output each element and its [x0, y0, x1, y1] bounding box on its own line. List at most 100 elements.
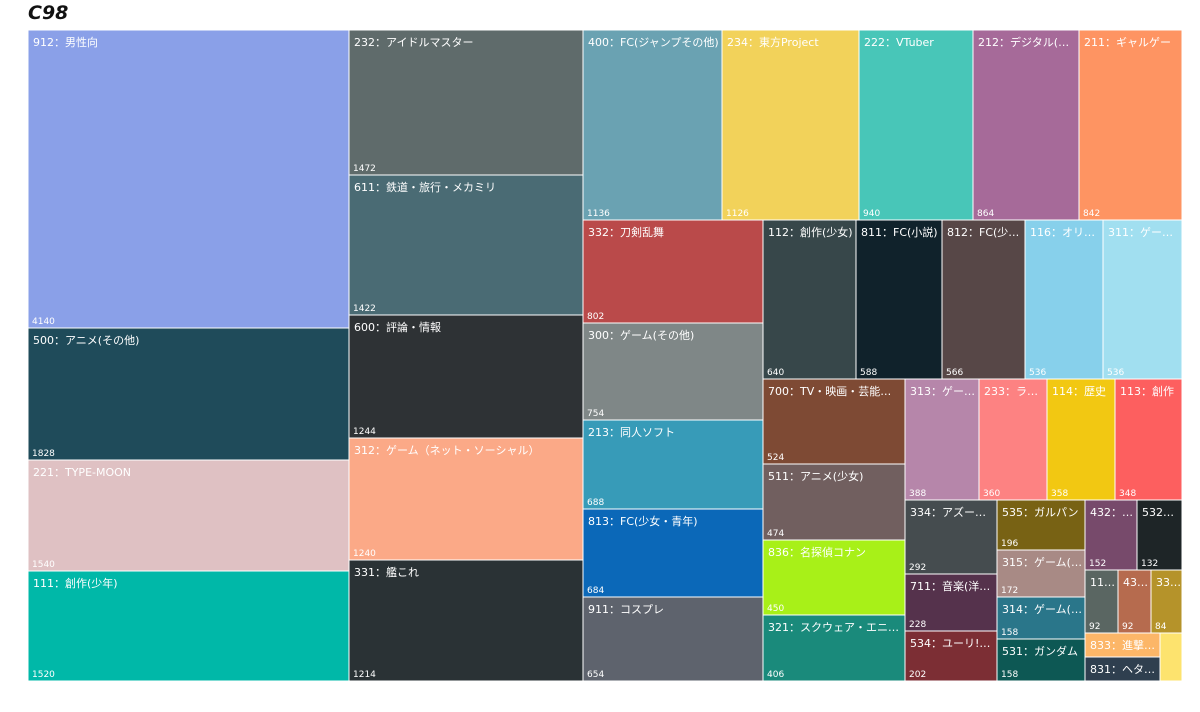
tile-rect[interactable]	[27, 29, 350, 329]
treemap-tile[interactable]: 500：アニメ(その他) 1828	[27, 327, 350, 461]
tile-value: 802	[587, 312, 604, 322]
tile-label: 213：同人ソフト	[588, 426, 675, 439]
tile-value: 684	[587, 586, 604, 596]
treemap-tile[interactable]: 313：ゲー… 388	[904, 378, 980, 501]
tile-label: 321：スクウェア・エニ…	[768, 621, 899, 634]
tile-rect[interactable]	[582, 29, 723, 221]
tile-label: 700：TV・映画・芸能…	[768, 384, 891, 398]
tile-label: 112：創作(少女)	[768, 225, 853, 239]
treemap-tile[interactable]: 311：ゲー… 536	[1102, 219, 1183, 380]
treemap-tile[interactable]: 11… 92	[1084, 569, 1119, 634]
tile-rect[interactable]	[27, 327, 350, 461]
tile-label: 113：創作	[1120, 384, 1174, 398]
treemap-tile[interactable]: 400：FC(ジャンプその他) 1136	[582, 29, 723, 221]
tile-label: 534：ユーリ!…	[910, 637, 990, 650]
treemap-tile[interactable]: 114：歴史 358	[1046, 378, 1116, 501]
treemap-tile[interactable]: 334：アズー… 292	[904, 499, 998, 575]
tile-label: 300：ゲーム(その他)	[588, 329, 694, 342]
treemap-tile[interactable]: 600：評論・情報 1244	[348, 314, 584, 439]
tile-label: 331：艦これ	[354, 565, 419, 579]
tile-rect[interactable]	[1078, 29, 1183, 221]
tile-value: 1422	[353, 304, 376, 314]
treemap-tile[interactable]: 432：… 152	[1084, 499, 1138, 571]
tile-rect[interactable]	[1024, 219, 1104, 380]
tile-value: 1214	[353, 670, 376, 680]
treemap-tile[interactable]: 912：男性向 4140	[27, 29, 350, 329]
treemap-tile[interactable]: 233：ラ… 360	[978, 378, 1048, 501]
tile-value: 654	[587, 670, 604, 680]
treemap-tile[interactable]: 611：鉄道・旅行・メカミリ 1422	[348, 174, 584, 316]
treemap-tile[interactable]: 112：創作(少女) 640	[762, 219, 857, 380]
tile-rect[interactable]	[721, 29, 860, 221]
treemap-tile[interactable]: 833：進撃…	[1084, 632, 1161, 658]
treemap-tile[interactable]: 535：ガルパン 196	[996, 499, 1086, 551]
treemap-tile[interactable]: 43… 92	[1117, 569, 1152, 634]
tile-label: 33…	[1156, 576, 1181, 589]
tile-label: 911：コスプレ	[588, 603, 664, 616]
tile-label: 211：ギャルゲー	[1084, 36, 1171, 49]
treemap-tile[interactable]: 315：ゲーム(… 172	[996, 549, 1086, 598]
treemap-tile[interactable]: 300：ゲーム(その他) 754	[582, 322, 764, 421]
treemap-tile[interactable]: 211：ギャルゲー 842	[1078, 29, 1183, 221]
tile-rect[interactable]	[941, 219, 1026, 380]
tile-label: 233：ラ…	[984, 385, 1038, 398]
tile-label: 711：音楽(洋…	[910, 579, 990, 593]
treemap-tile[interactable]: 532… 132	[1136, 499, 1183, 571]
tile-label: 114：歴史	[1052, 385, 1106, 398]
treemap-tile[interactable]: 321：スクウェア・エニ… 406	[762, 614, 906, 682]
tile-value: 754	[587, 409, 604, 419]
treemap-tile[interactable]: 911：コスプレ 654	[582, 596, 764, 682]
treemap-tile[interactable]: 812：FC(少… 566	[941, 219, 1026, 380]
treemap-tile[interactable]: 212：デジタル(… 864	[972, 29, 1080, 221]
tile-value: 158	[1001, 670, 1018, 680]
tile-rect[interactable]	[858, 29, 974, 221]
tile-rect[interactable]	[348, 174, 584, 316]
tile-label: 432：…	[1090, 506, 1133, 519]
treemap-tile[interactable]: 531：ガンダム 158	[996, 638, 1086, 682]
tile-label: 813：FC(少女・青年)	[588, 514, 698, 528]
treemap-tile[interactable]	[1159, 632, 1183, 682]
treemap-tile[interactable]: 811：FC(小説) 588	[855, 219, 943, 380]
treemap-tile[interactable]: 111：創作(少年) 1520	[27, 570, 350, 682]
tile-rect[interactable]	[348, 29, 584, 176]
treemap-tile[interactable]: 700：TV・映画・芸能… 524	[762, 378, 906, 465]
tile-label: 11…	[1090, 576, 1115, 589]
treemap-tile[interactable]: 836：名探偵コナン 450	[762, 539, 906, 616]
treemap-tile[interactable]: 113：創作 348	[1114, 378, 1183, 501]
tile-value: 1520	[32, 670, 55, 680]
tile-label: 531：ガンダム	[1002, 644, 1078, 658]
treemap-tile[interactable]: 213：同人ソフト 688	[582, 419, 764, 510]
treemap-tile[interactable]: 116：オリ… 536	[1024, 219, 1104, 380]
tile-value: 388	[909, 489, 926, 499]
tile-rect[interactable]	[762, 219, 857, 380]
treemap-tile[interactable]: 232：アイドルマスター 1472	[348, 29, 584, 176]
treemap-tile[interactable]: 332：刀剣乱舞 802	[582, 219, 764, 324]
tile-value: 158	[1001, 628, 1018, 638]
tile-rect[interactable]	[1159, 632, 1183, 682]
treemap-tile[interactable]: 222：VTuber 940	[858, 29, 974, 221]
tile-rect[interactable]	[1102, 219, 1183, 380]
treemap-tile[interactable]: 813：FC(少女・青年) 684	[582, 508, 764, 598]
treemap-tile[interactable]: 314：ゲーム(… 158	[996, 596, 1086, 640]
tile-value: 524	[767, 453, 784, 463]
tile-label: 611：鉄道・旅行・メカミリ	[354, 180, 496, 194]
treemap-tile[interactable]: 221：TYPE-MOON 1540	[27, 459, 350, 572]
tile-value: 1126	[726, 209, 749, 219]
tile-value: 640	[767, 368, 784, 378]
treemap-tile[interactable]: 831：ヘタ…	[1084, 656, 1161, 682]
tile-rect[interactable]	[855, 219, 943, 380]
tile-value: 450	[767, 604, 784, 614]
tile-rect[interactable]	[972, 29, 1080, 221]
tile-label: 312：ゲーム（ネット・ソーシャル）	[354, 444, 539, 457]
treemap-tile[interactable]: 711：音楽(洋… 228	[904, 573, 998, 632]
treemap-tile[interactable]: 33… 84	[1150, 569, 1183, 634]
tile-value: 348	[1119, 489, 1136, 499]
treemap-tile[interactable]: 534：ユーリ!… 202	[904, 630, 998, 682]
tile-value: 360	[983, 489, 1000, 499]
treemap-tile[interactable]: 312：ゲーム（ネット・ソーシャル） 1240	[348, 437, 584, 561]
treemap-tile[interactable]: 511：アニメ(少女) 474	[762, 463, 906, 541]
treemap-tile[interactable]: 234：東方Project 1126	[721, 29, 860, 221]
treemap-tile[interactable]: 331：艦これ 1214	[348, 559, 584, 682]
tile-value: 4140	[32, 317, 55, 327]
tile-value: 152	[1089, 559, 1106, 569]
